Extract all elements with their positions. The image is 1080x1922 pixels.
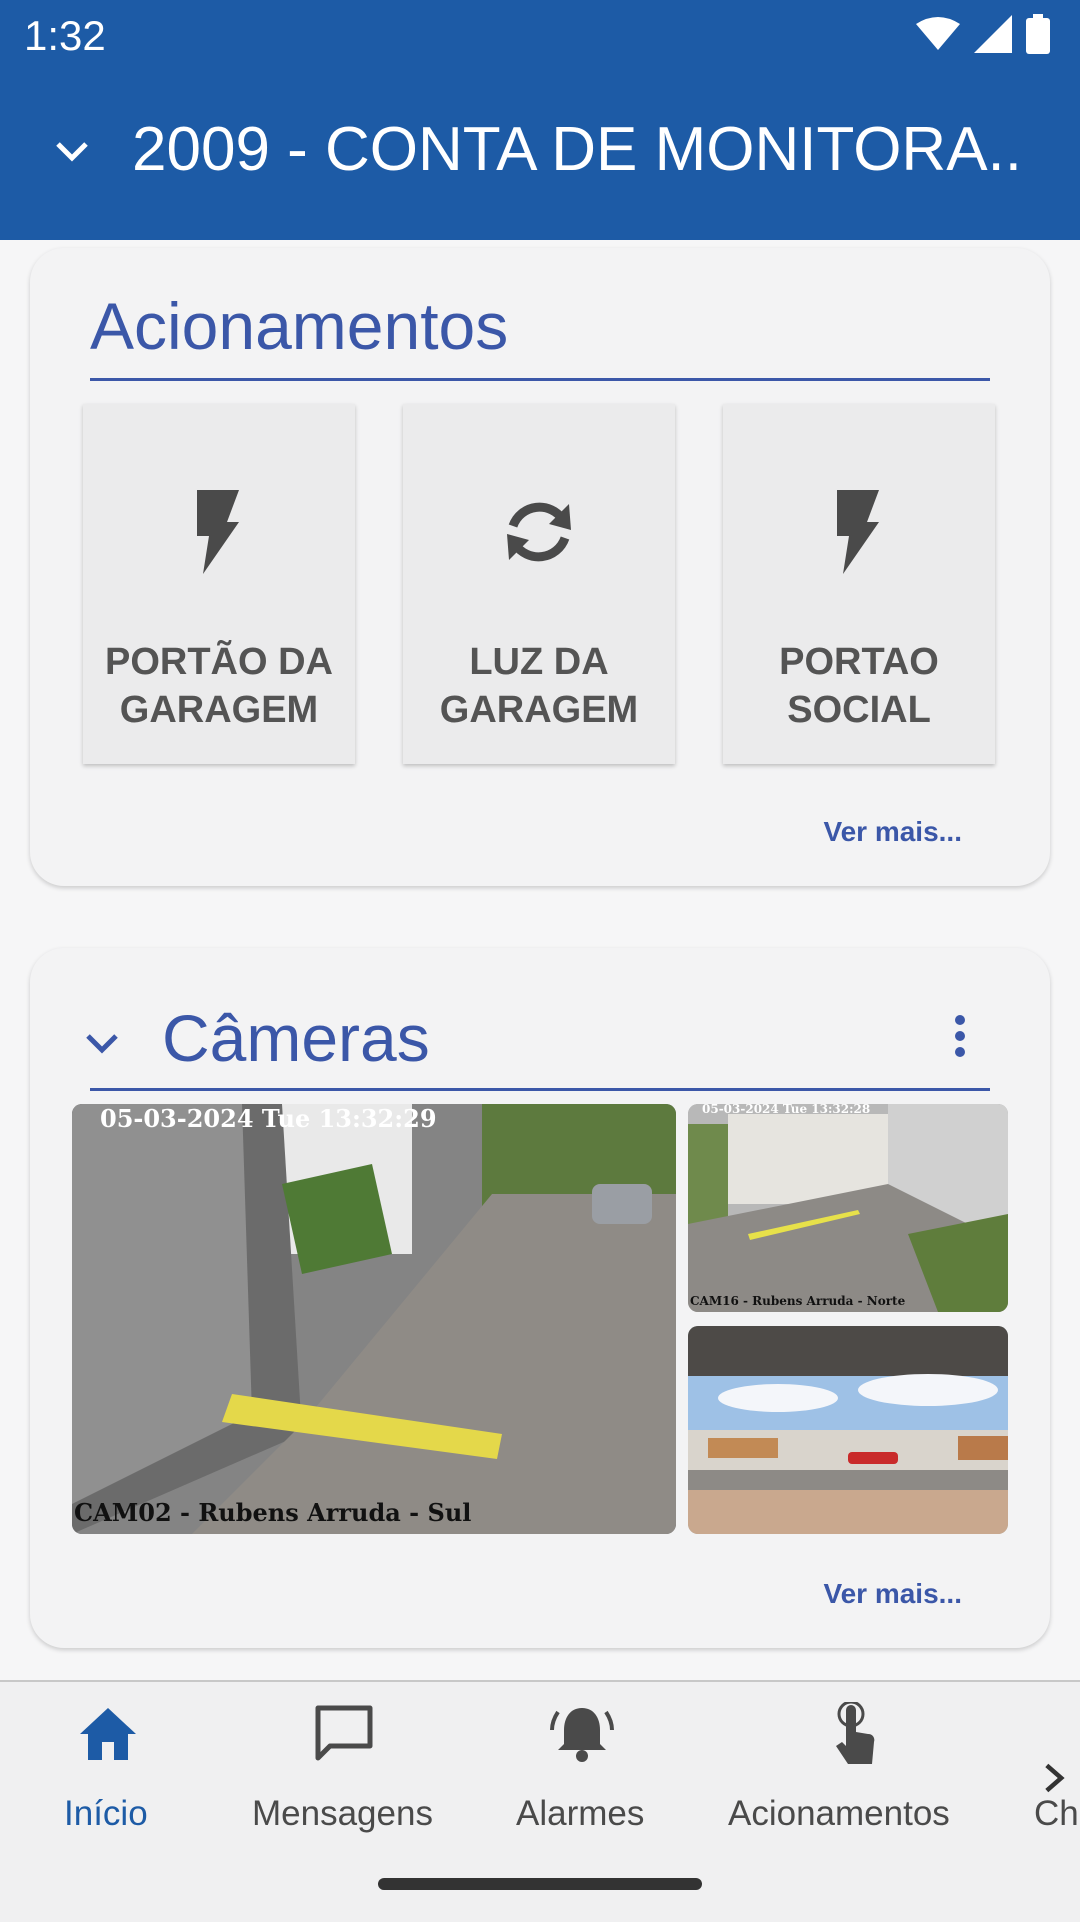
chevron-down-icon[interactable] (82, 1024, 122, 1064)
nav-item-mensagens[interactable]: Mensagens (216, 1682, 472, 1833)
nav-label: Alarmes (516, 1794, 645, 1833)
camera-feed-cam02[interactable]: 05-03-2024 Tue 13:32:29 CAM02 - Rubens A… (72, 1104, 676, 1534)
chevron-down-icon[interactable] (52, 132, 92, 172)
acionamentos-title: Acionamentos (90, 289, 509, 363)
tile-label: PORTÃO DA GARAGEM (105, 641, 333, 731)
bell-icon (550, 1708, 614, 1762)
tile-label: PORTAO SOCIAL (779, 641, 939, 731)
message-icon (315, 1705, 373, 1761)
chevron-right-icon (1045, 1763, 1065, 1793)
acionamentos-divider (90, 378, 990, 381)
battery-icon (1026, 14, 1050, 54)
nav-item-more[interactable]: Cha (1000, 1682, 1080, 1833)
camera-scene (688, 1104, 1008, 1312)
camera-feed-3[interactable] (688, 1326, 1008, 1534)
status-time: 1:32 (24, 12, 106, 59)
camera-label: CAM16 - Rubens Arruda - Norte (690, 1294, 906, 1308)
nav-item-alarmes[interactable]: Alarmes (472, 1682, 692, 1833)
touch-icon (836, 1702, 875, 1764)
lightning-icon (197, 490, 239, 574)
acionamentos-card: Acionamentos PORTÃO DA GARAGEM LUZ DA GA… (30, 248, 1050, 886)
cameras-divider (90, 1088, 990, 1091)
nav-label: Início (64, 1794, 148, 1833)
tile-portao-garagem[interactable]: PORTÃO DA GARAGEM (83, 404, 355, 764)
nav-label: Mensagens (252, 1794, 433, 1833)
status-bar: 1:32 (0, 0, 1080, 74)
lightning-icon (837, 490, 879, 574)
app-bar: 2009 - CONTA DE MONITORA.. (0, 74, 1080, 240)
nav-label: Acionamentos (728, 1794, 950, 1833)
account-title[interactable]: 2009 - CONTA DE MONITORA.. (132, 114, 1032, 185)
cameras-ver-mais-link[interactable]: Ver mais... (823, 1578, 962, 1610)
status-icons (916, 14, 1050, 54)
more-options-icon[interactable] (948, 1014, 972, 1058)
tile-label: LUZ DA GARAGEM (439, 641, 639, 731)
acionamentos-ver-mais-link[interactable]: Ver mais... (823, 816, 962, 848)
camera-feed-cam16[interactable]: 05-03-2024 Tue 13:32:28 CAM16 - Rubens A… (688, 1104, 1008, 1312)
wifi-icon (916, 17, 960, 50)
cameras-card: Câmeras 05-03-2024 Tue 13:32:29 CAM02 - … (30, 948, 1050, 1648)
camera-scene (72, 1104, 676, 1534)
camera-scene (688, 1326, 1008, 1534)
home-indicator[interactable] (378, 1878, 702, 1890)
cameras-title: Câmeras (162, 1001, 430, 1075)
tile-portao-social[interactable]: PORTAO SOCIAL (723, 404, 995, 764)
camera-label: CAM02 - Rubens Arruda - Sul (74, 1498, 472, 1527)
camera-timestamp: 05-03-2024 Tue 13:32:28 (702, 1104, 871, 1116)
nav-label: Cha (1034, 1794, 1080, 1833)
refresh-icon (507, 502, 571, 562)
signal-icon (974, 15, 1012, 53)
camera-timestamp: 05-03-2024 Tue 13:32:29 (100, 1104, 437, 1133)
home-icon (80, 1708, 136, 1760)
nav-item-acionamentos[interactable]: Acionamentos (710, 1682, 980, 1833)
nav-item-inicio[interactable]: Início (0, 1682, 216, 1833)
tile-luz-garagem[interactable]: LUZ DA GARAGEM (403, 404, 675, 764)
